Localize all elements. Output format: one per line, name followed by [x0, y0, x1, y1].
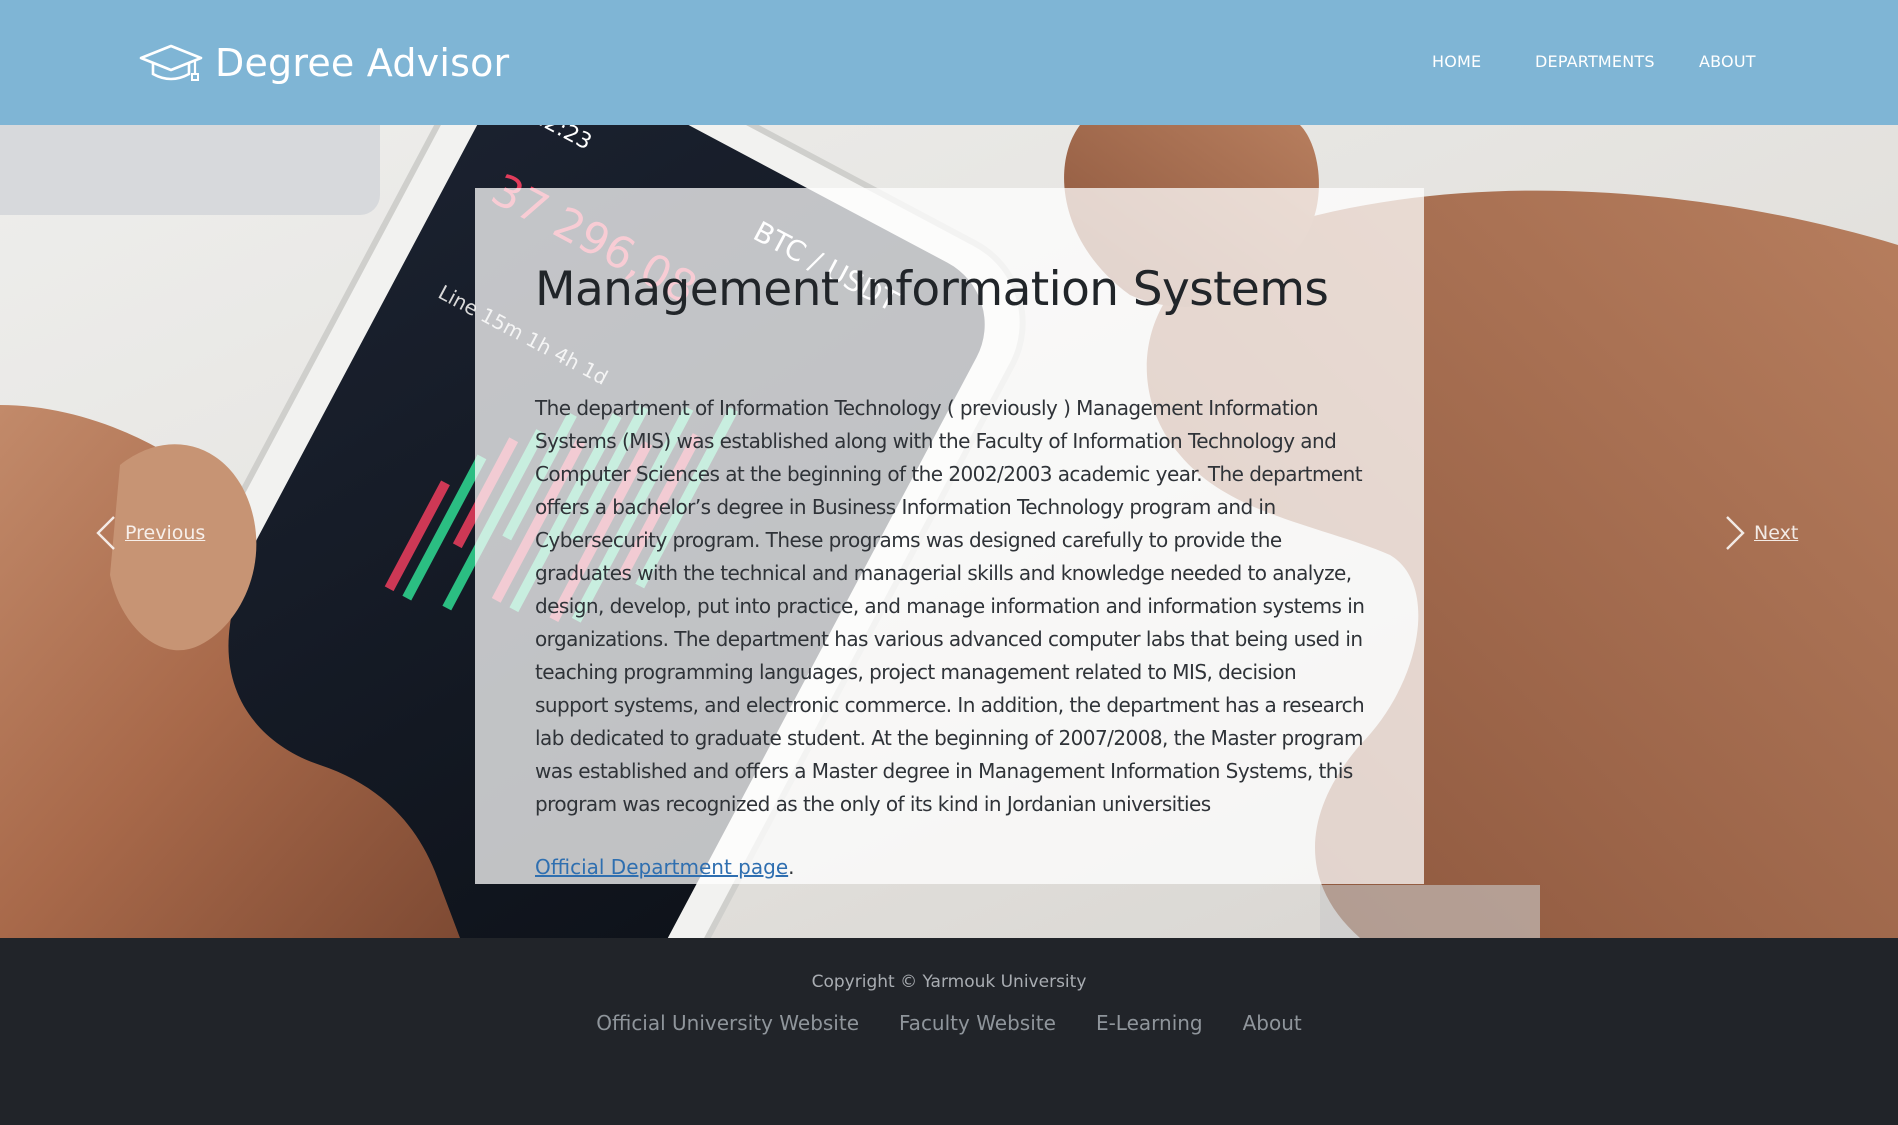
brand-name: Degree Advisor [215, 41, 510, 85]
chevron-right-icon [1724, 515, 1746, 551]
copyright-text: Copyright © Yarmouk University [811, 972, 1087, 992]
hero-carousel: 37 296,08 BTC / USDT 12:23 Line 15m 1h 4… [0, 125, 1898, 938]
graduation-cap-icon [139, 44, 203, 82]
official-department-page-link[interactable]: Official Department page [535, 855, 788, 879]
department-card: Management Information Systems The depar… [475, 188, 1424, 884]
department-title: Management Information Systems [535, 262, 1329, 317]
site-header: Degree Advisor HOME DEPARTMENTS ABOUT [0, 0, 1898, 125]
link-suffix: . [788, 855, 795, 879]
carousel-previous-button[interactable]: Previous [95, 513, 205, 553]
footer-link-faculty[interactable]: Faculty Website [899, 1011, 1056, 1035]
footer-link-about[interactable]: About [1243, 1011, 1302, 1035]
footer-link-university[interactable]: Official University Website [596, 1011, 859, 1035]
footer-links: Official University Website Faculty Webs… [0, 1011, 1898, 1035]
department-link-line: Official Department page. [535, 851, 795, 884]
nav-home-link[interactable]: HOME [1432, 52, 1481, 71]
carousel-next-button[interactable]: Next [1724, 513, 1798, 553]
site-footer: Copyright © Yarmouk University Official … [0, 938, 1898, 1125]
nav-about-link[interactable]: ABOUT [1699, 52, 1756, 71]
carousel-next-label: Next [1754, 522, 1799, 544]
chevron-left-icon [95, 515, 117, 551]
carousel-previous-label: Previous [125, 522, 206, 544]
brand-link[interactable]: Degree Advisor [139, 36, 509, 90]
footer-link-elearning[interactable]: E-Learning [1096, 1011, 1203, 1035]
nav-departments-link[interactable]: DEPARTMENTS [1535, 52, 1655, 71]
department-description: The department of Information Technology… [535, 396, 1365, 816]
